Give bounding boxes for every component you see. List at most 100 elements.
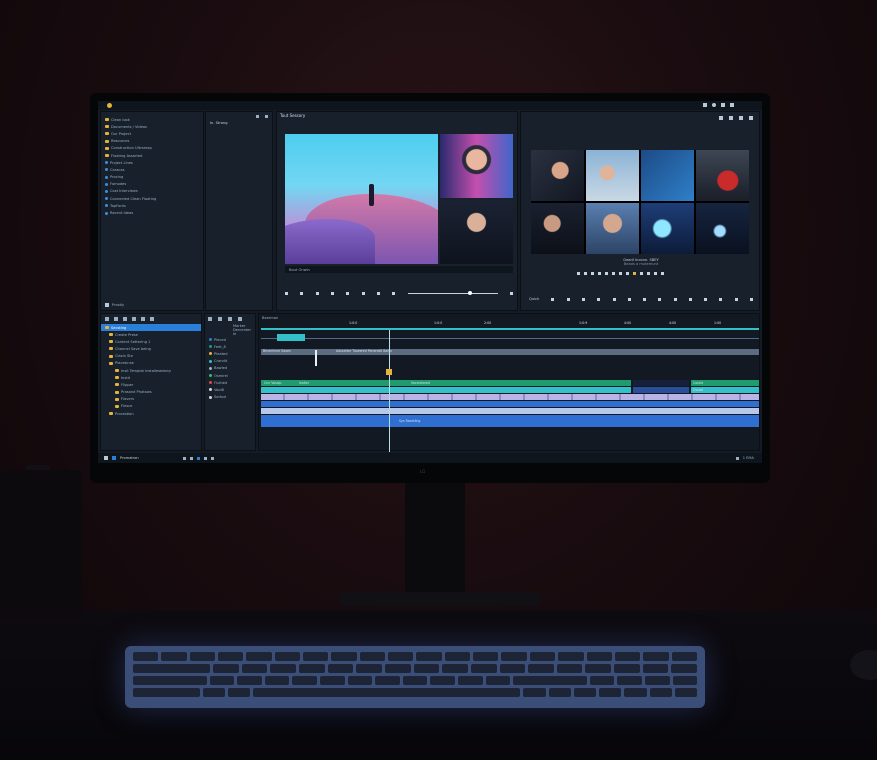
settings-icon[interactable] xyxy=(654,272,657,275)
track-header[interactable]: Vool8 xyxy=(205,386,255,393)
clip[interactable] xyxy=(261,387,631,393)
tray-clock[interactable]: 1 EMA xyxy=(743,456,762,460)
tree-item[interactable]: Project Lines xyxy=(101,159,203,166)
marker-icon[interactable] xyxy=(633,272,636,275)
track-header[interactable]: Pleated xyxy=(205,350,255,357)
bins-root[interactable]: Secsting xyxy=(101,324,201,331)
playhead[interactable] xyxy=(389,330,390,452)
app-icon[interactable] xyxy=(112,456,116,460)
lift-icon[interactable] xyxy=(619,272,622,275)
in-out-region[interactable] xyxy=(277,334,305,341)
mark-in-icon[interactable] xyxy=(584,272,587,275)
taskbar-app-label[interactable]: Promatron xyxy=(120,456,139,460)
panel-menu-icon[interactable] xyxy=(105,303,109,307)
tool-icon[interactable] xyxy=(581,297,585,301)
clip[interactable] xyxy=(633,380,689,386)
play-icon[interactable] xyxy=(315,292,319,295)
sort-icon[interactable] xyxy=(132,317,136,321)
overwrite-icon[interactable] xyxy=(376,292,380,295)
step-forward-icon[interactable] xyxy=(330,292,334,295)
clip[interactable] xyxy=(633,387,689,393)
track-header[interactable]: Crandit xyxy=(205,358,255,365)
tree-item[interactable]: Caracas xyxy=(101,166,203,173)
new-bin-icon[interactable] xyxy=(105,317,109,321)
tool-icon[interactable] xyxy=(566,297,570,301)
tool-icon[interactable] xyxy=(749,297,753,301)
pinned-app-icon[interactable] xyxy=(203,456,207,460)
wifi-icon[interactable] xyxy=(703,103,707,107)
start-icon[interactable] xyxy=(104,456,108,460)
icon-view-icon[interactable] xyxy=(123,317,127,321)
bin-item[interactable]: Placesinse xyxy=(101,360,201,367)
compare-icon[interactable] xyxy=(647,272,650,275)
bin-item[interactable]: Clasin Ste xyxy=(101,353,201,360)
tree-item[interactable]: Procing xyxy=(101,174,203,181)
tree-item[interactable]: TopFonts xyxy=(101,202,203,209)
insert-icon[interactable] xyxy=(361,292,365,295)
secondary-marker[interactable] xyxy=(315,350,317,366)
bin-item[interactable]: Content Settering 1 xyxy=(101,338,201,345)
go-to-in-icon[interactable] xyxy=(285,292,288,295)
bin-item[interactable]: Flavers xyxy=(101,396,201,403)
tool-icon[interactable] xyxy=(658,297,662,301)
tree-item[interactable]: Our Project xyxy=(101,130,203,137)
user-icon[interactable] xyxy=(712,103,716,107)
bin-item[interactable]: Channel Save being xyxy=(101,345,201,352)
settings-icon[interactable] xyxy=(238,317,242,321)
close-icon[interactable] xyxy=(730,103,734,107)
go-to-out-icon[interactable] xyxy=(346,292,350,295)
effects-tab[interactable]: In. Strang xyxy=(206,121,272,125)
save-icon[interactable] xyxy=(729,116,733,120)
loop-icon[interactable] xyxy=(577,272,580,275)
tool-icon[interactable] xyxy=(627,297,631,301)
track-header[interactable]: Feet_8 xyxy=(205,343,255,350)
tool-icon[interactable] xyxy=(551,297,555,301)
tool-icon[interactable] xyxy=(704,297,708,301)
extract-icon[interactable] xyxy=(626,272,629,275)
pinned-app-icon[interactable] xyxy=(182,456,186,460)
pinned-app-icon[interactable] xyxy=(196,456,200,460)
layout-icon[interactable] xyxy=(739,116,743,120)
export-frame-icon[interactable] xyxy=(640,272,643,275)
tool-icon[interactable] xyxy=(734,297,738,301)
settings-icon[interactable] xyxy=(721,103,725,107)
tree-item[interactable]: Cost Interviews xyxy=(101,188,203,195)
track-header[interactable]: Osmirel xyxy=(205,372,255,379)
bin-item[interactable]: Instit xyxy=(101,374,201,381)
bin-item[interactable]: Flipper xyxy=(101,381,201,388)
marker-icon[interactable] xyxy=(228,317,232,321)
track-header[interactable]: Bawled xyxy=(205,365,255,372)
delete-icon[interactable] xyxy=(150,317,154,321)
source-scrubber[interactable] xyxy=(407,291,498,295)
source-scrubber-handle[interactable] xyxy=(467,291,472,295)
link-icon[interactable] xyxy=(218,317,222,321)
clip[interactable] xyxy=(261,394,759,400)
tree-item[interactable]: Clean look xyxy=(101,116,203,123)
bin-item[interactable]: Procestion xyxy=(101,410,201,417)
tree-item[interactable]: Floating Assorted xyxy=(101,152,203,159)
clip[interactable] xyxy=(261,401,759,407)
track-header[interactable]: Pleced xyxy=(205,336,255,343)
tree-item[interactable]: Resources xyxy=(101,138,203,145)
step-forward-icon[interactable] xyxy=(612,272,615,275)
pin-icon[interactable] xyxy=(256,115,259,118)
bin-item[interactable]: Insit Templat Installesedony xyxy=(101,367,201,374)
step-back-icon[interactable] xyxy=(300,292,304,295)
tree-item[interactable]: Construction Ultramap xyxy=(101,145,203,152)
step-back-icon[interactable] xyxy=(598,272,601,275)
track-header[interactable]: Fluitied xyxy=(205,379,255,386)
refresh-icon[interactable] xyxy=(719,116,723,120)
bin-item[interactable]: Create Prese xyxy=(101,331,201,338)
tool-icon[interactable] xyxy=(673,297,677,301)
tool-icon[interactable] xyxy=(597,297,601,301)
settings-icon[interactable] xyxy=(509,292,513,295)
list-view-icon[interactable] xyxy=(114,317,118,321)
work-area-bar[interactable] xyxy=(261,328,759,330)
export-frame-icon[interactable] xyxy=(392,292,396,295)
play-icon[interactable] xyxy=(605,272,608,275)
bin-item[interactable]: Prasand Phatows xyxy=(101,389,201,396)
tool-icon[interactable] xyxy=(688,297,692,301)
tool-icon[interactable] xyxy=(612,297,616,301)
clip[interactable] xyxy=(261,408,759,414)
pinned-app-icon[interactable] xyxy=(210,456,214,460)
